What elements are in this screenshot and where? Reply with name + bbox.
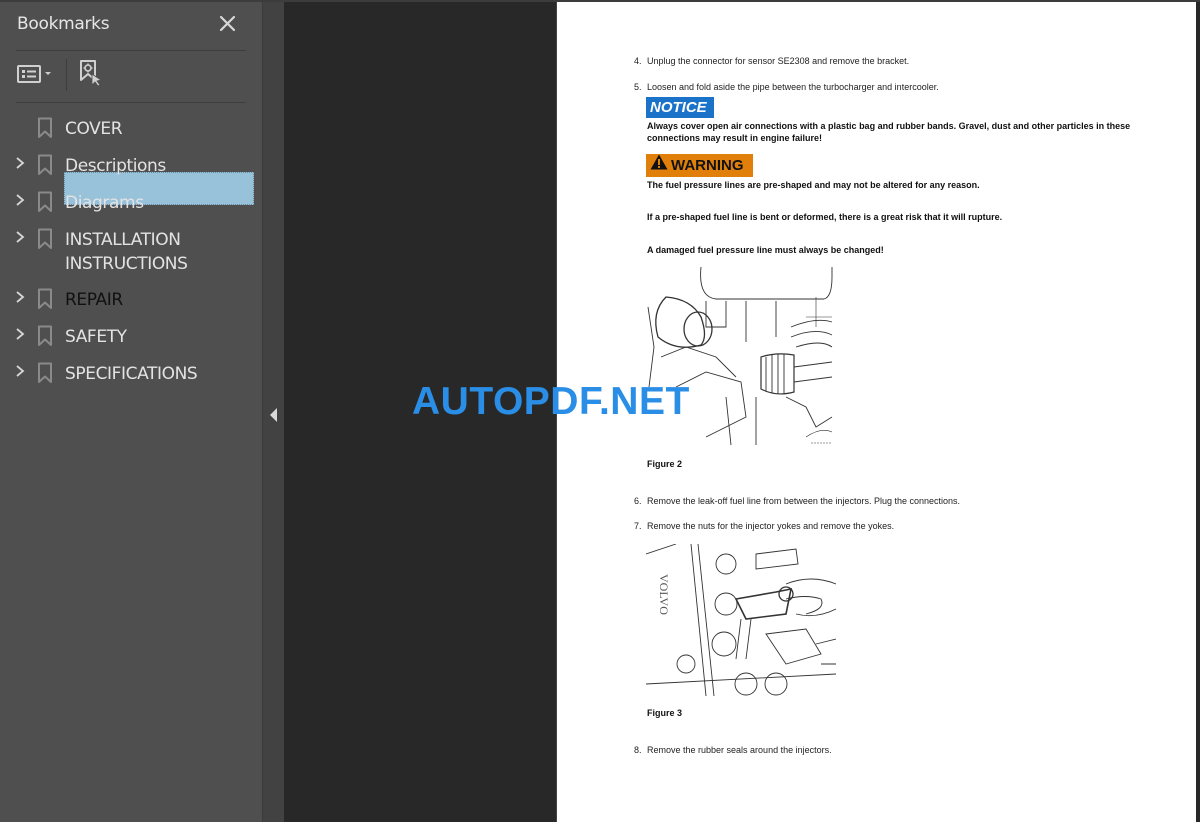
- volvo-emboss: VOLVO: [657, 574, 671, 615]
- bookmark-item-diagrams[interactable]: Diagrams: [0, 182, 262, 219]
- viewport-right-edge: [1196, 2, 1200, 822]
- bookmark-item-repair[interactable]: REPAIR: [0, 279, 262, 316]
- step-8: 8. Remove the rubber seals around the in…: [634, 745, 832, 755]
- warning-triangle-icon: [650, 154, 668, 177]
- bookmark-item-specifications[interactable]: SPECIFICATIONS: [0, 353, 262, 390]
- bookmark-label: SPECIFICATIONS: [65, 364, 198, 384]
- chevron-left-icon: [270, 407, 278, 426]
- step-text: Remove the rubber seals around the injec…: [647, 745, 832, 755]
- warning-text-1: The fuel pressure lines are pre-shaped a…: [647, 180, 980, 190]
- options-menu-button[interactable]: [16, 62, 54, 88]
- step-6: 6. Remove the leak-off fuel line from be…: [634, 496, 960, 506]
- step-number: 6.: [634, 496, 642, 506]
- step-text: Unplug the connector for sensor SE2308 a…: [647, 56, 910, 66]
- bookmark-icon: [37, 117, 53, 139]
- bookmark-icon: [37, 288, 53, 310]
- chevron-right-icon[interactable]: [14, 326, 26, 340]
- header-divider: [16, 50, 246, 51]
- warning-label: WARNING: [671, 157, 744, 174]
- chevron-right-icon[interactable]: [14, 192, 26, 206]
- toolbar-separator: [66, 59, 67, 91]
- warning-badge: WARNING: [646, 154, 753, 177]
- warning-text-2: If a pre-shaped fuel line is bent or def…: [647, 212, 1003, 222]
- bookmark-item-descriptions[interactable]: Descriptions: [0, 145, 262, 182]
- notice-text-line1: Always cover open air connections with a…: [647, 121, 1131, 131]
- find-current-bookmark-icon: [77, 58, 105, 92]
- step-4: 4. Unplug the connector for sensor SE230…: [634, 56, 909, 66]
- list-options-icon: [16, 62, 42, 88]
- bookmark-icon: [37, 154, 53, 176]
- bookmark-label: SAFETY: [65, 327, 127, 347]
- bookmark-item-installation-instructions[interactable]: INSTALLATION INSTRUCTIONS: [0, 219, 262, 279]
- figure-2-caption: Figure 2: [647, 459, 683, 469]
- bookmark-icon: [37, 191, 53, 213]
- find-current-bookmark-button[interactable]: [77, 58, 105, 92]
- bookmark-item-cover[interactable]: COVER: [0, 108, 262, 145]
- chevron-right-icon[interactable]: [14, 363, 26, 377]
- bookmark-label-selected: REPAIR: [65, 290, 123, 310]
- bookmark-label-line2: INSTRUCTIONS: [65, 254, 188, 274]
- step-text: Remove the nuts for the injector yokes a…: [647, 521, 895, 531]
- step-number: 7.: [634, 521, 642, 531]
- bookmarks-toolbar: [16, 58, 105, 92]
- collapse-panel-button[interactable]: [270, 407, 278, 422]
- bookmarks-title: Bookmarks: [17, 14, 110, 34]
- bookmark-icon: [37, 362, 53, 384]
- step-number: 4.: [634, 56, 642, 66]
- close-icon[interactable]: [218, 14, 238, 34]
- bookmark-label: Descriptions: [65, 156, 166, 176]
- window-top-border: [0, 0, 1200, 2]
- bookmark-icon: [37, 325, 53, 347]
- panel-splitter[interactable]: [262, 0, 284, 822]
- warning-text-3: A damaged fuel pressure line must always…: [647, 245, 884, 255]
- step-number: 5.: [634, 82, 642, 92]
- bookmark-label-line1: INSTALLATION: [65, 230, 181, 250]
- step-7: 7. Remove the nuts for the injector yoke…: [634, 521, 894, 531]
- bookmark-label: COVER: [65, 119, 123, 139]
- chevron-right-icon[interactable]: [14, 289, 26, 303]
- toolbar-divider: [16, 102, 246, 103]
- figure-3-image: VOLVO: [646, 544, 836, 696]
- step-text: Loosen and fold aside the pipe between t…: [647, 82, 939, 92]
- chevron-right-icon[interactable]: [14, 155, 26, 169]
- bookmark-label: Diagrams: [65, 193, 144, 213]
- chevron-right-icon[interactable]: [14, 229, 26, 243]
- pdf-viewer: Bookmarks COVER Descriptions Diagrams IN…: [0, 0, 1200, 822]
- bookmarks-panel: Bookmarks COVER Descriptions Diagrams IN…: [0, 0, 262, 822]
- bookmark-item-safety[interactable]: SAFETY: [0, 316, 262, 353]
- watermark-text: AUTOPDF.NET: [412, 380, 690, 423]
- bookmark-icon: [37, 228, 53, 250]
- notice-badge: NOTICE: [646, 97, 714, 118]
- step-text: Remove the leak-off fuel line from betwe…: [647, 496, 961, 506]
- notice-text-line2: connections may result in engine failure…: [647, 133, 823, 143]
- figure-3-caption: Figure 3: [647, 708, 683, 718]
- step-5: 5. Loosen and fold aside the pipe betwee…: [634, 82, 939, 92]
- step-number: 8.: [634, 745, 642, 755]
- chevron-down-icon: [42, 62, 54, 88]
